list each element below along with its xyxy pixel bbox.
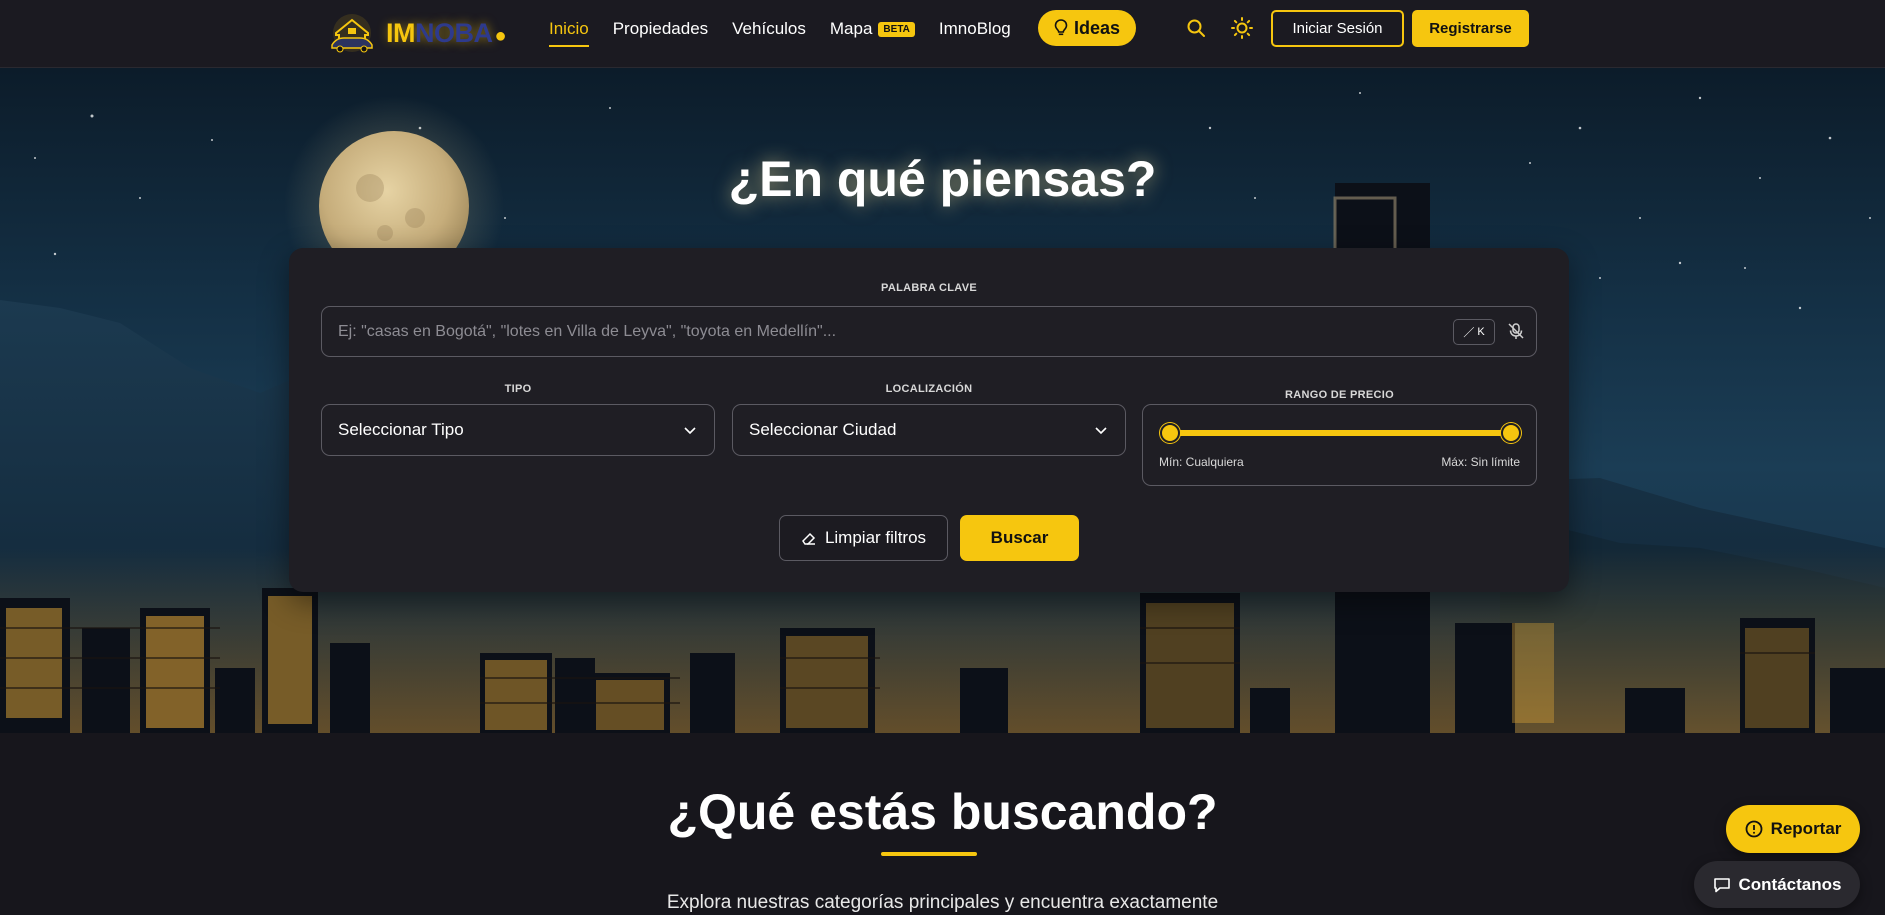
clear-filters-button[interactable]: Limpiar filtros	[779, 515, 948, 561]
hero-title: ¿En qué piensas?	[728, 151, 1157, 207]
keyboard-shortcut-hint: ／ K	[1453, 319, 1495, 345]
brand-wordmark-im: IM	[386, 17, 416, 48]
nav-link-vehiculos[interactable]: Vehículos	[732, 19, 806, 39]
nav-link-imnoblog[interactable]: ImnoBlog	[939, 19, 1011, 39]
clear-filters-label: Limpiar filtros	[824, 528, 927, 547]
register-button[interactable]: Registrarse	[1412, 10, 1529, 47]
categories-title: ¿Qué estás buscando?	[667, 784, 1218, 840]
brand-dot: ●	[494, 24, 507, 47]
brand-wordmark: IM NOBA ●	[386, 17, 507, 49]
brand-logo[interactable]: IM NOBA ●	[326, 8, 507, 58]
search-submit-button[interactable]: Buscar	[960, 515, 1079, 561]
price-range-label: RANGO DE PRECIO	[1284, 389, 1394, 401]
type-select[interactable]: Seleccionar Tipo	[321, 404, 715, 456]
contact-button-label: Contáctanos	[1738, 874, 1842, 894]
location-select[interactable]: Seleccionar Ciudad	[732, 404, 1126, 456]
slash-icon: ／	[1463, 327, 1475, 339]
sun-icon[interactable]	[1230, 16, 1254, 40]
categories-subtitle: Explora nuestras categorías principales …	[666, 892, 1219, 913]
title-underline	[881, 852, 977, 856]
keyword-field: ／ K	[321, 306, 1537, 357]
brand-wordmark-noba: NOBA	[415, 17, 493, 48]
price-range-slider: Mín: Cualquiera Máx: Sin límite	[1142, 404, 1537, 486]
nav-link-mapa-label: Mapa	[829, 18, 873, 38]
report-button[interactable]: Reportar	[1726, 805, 1860, 853]
search-icon[interactable]	[1184, 16, 1208, 40]
type-select-value: Seleccionar Tipo	[338, 420, 464, 439]
price-min-thumb[interactable]	[1160, 423, 1180, 443]
ideas-button[interactable]: Ideas	[1038, 10, 1136, 46]
main-nav: Inicio Propiedades Vehículos Mapa BETA Im…	[549, 0, 1035, 57]
alert-circle-icon	[1745, 820, 1762, 838]
price-max-value: Máx: Sin límite	[1441, 455, 1520, 469]
contact-button[interactable]: Contáctanos	[1694, 861, 1860, 908]
lightbulb-icon	[1054, 19, 1068, 36]
keyword-input[interactable]	[322, 307, 1432, 356]
chevron-down-icon	[684, 427, 696, 435]
login-button[interactable]: Iniciar Sesión	[1271, 10, 1404, 47]
location-select-value: Seleccionar Ciudad	[749, 420, 897, 439]
beta-badge: BETA	[878, 21, 915, 37]
price-slider-track	[1170, 430, 1511, 436]
ideas-button-label: Ideas	[1073, 17, 1121, 38]
price-max-thumb[interactable]	[1501, 423, 1521, 443]
location-label: LOCALIZACIÓN	[885, 383, 973, 395]
price-min-value: Mín: Cualquiera	[1159, 455, 1244, 469]
type-label: TIPO	[504, 383, 532, 395]
report-button-label: Reportar	[1770, 819, 1842, 838]
shortcut-key: K	[1477, 326, 1485, 338]
chevron-down-icon	[1095, 427, 1107, 435]
nav-link-propiedades[interactable]: Propiedades	[613, 19, 708, 39]
top-navbar: IM NOBA ● Inicio Propiedades Vehículos M…	[0, 0, 1885, 68]
search-panel: PALABRA CLAVE ／ K TIPO Seleccionar Tipo …	[289, 248, 1569, 592]
microphone-off-icon[interactable]	[1506, 321, 1526, 341]
keyword-label: PALABRA CLAVE	[881, 282, 977, 294]
eraser-icon	[801, 532, 816, 545]
nav-link-inicio[interactable]: Inicio	[549, 19, 589, 47]
house-car-logo-icon	[331, 14, 373, 53]
chat-bubble-icon	[1713, 877, 1730, 892]
nav-link-mapa[interactable]: Mapa BETA	[830, 19, 915, 39]
